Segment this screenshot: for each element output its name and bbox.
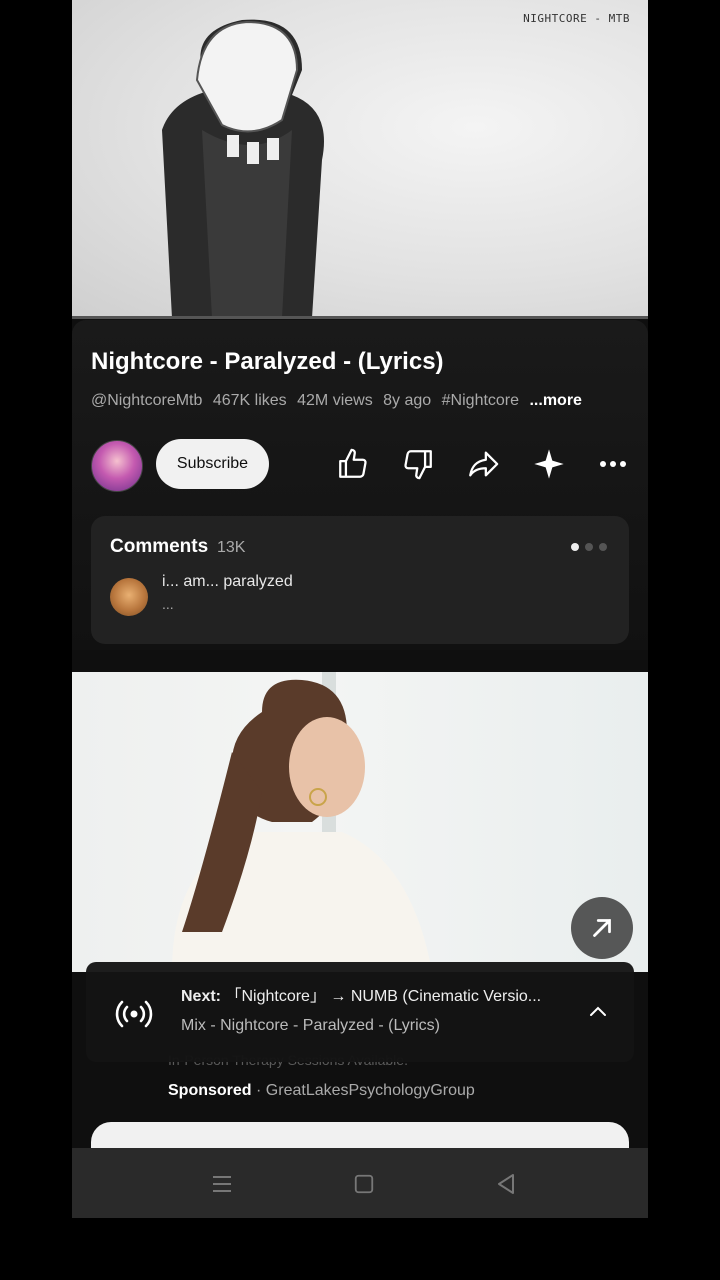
open-external-button[interactable] — [571, 897, 633, 959]
thumbs-up-icon — [339, 448, 367, 478]
hashtag-link[interactable]: #Nightcore — [442, 392, 519, 409]
video-title: Nightcore - Paralyzed - (Lyrics) — [91, 348, 444, 375]
arrow-up-right-icon — [593, 919, 611, 937]
nav-menu-button[interactable] — [208, 1170, 236, 1198]
top-comment-ellipsis: ... — [162, 596, 174, 612]
triangle-back-icon — [498, 1174, 514, 1194]
video-progress-bar[interactable] — [72, 316, 648, 319]
action-row: Subscribe — [91, 438, 631, 494]
subscribe-button[interactable]: Subscribe — [156, 439, 269, 489]
next-prefix: Next: — [181, 988, 222, 1005]
system-nav-bar — [72, 1148, 648, 1218]
comments-heading: Comments — [110, 536, 209, 557]
commenter-avatar — [110, 578, 148, 616]
sparkle-icon — [534, 449, 564, 479]
video-player[interactable]: NIGHTCORE - MTB — [72, 0, 648, 318]
share-arrow-icon — [469, 451, 499, 477]
channel-handle[interactable]: @NightcoreMtb — [91, 392, 202, 409]
ai-sparkle-button[interactable] — [529, 444, 569, 484]
app-frame: NIGHTCORE - MTB Nightcore - Paralyzed - … — [72, 0, 648, 1218]
woman-figure-art — [172, 679, 432, 972]
top-comment-text: i... am... paralyzed — [162, 573, 293, 590]
video-thumbnail-art — [162, 19, 324, 318]
radio-broadcast-icon — [115, 1000, 153, 1028]
comments-card[interactable]: Comments 13K i... am... paralyzed ... — [91, 516, 629, 644]
sponsored-line: Sponsored · GreatLakesPsychologyGroup — [168, 1082, 475, 1100]
upload-age: 8y ago — [383, 392, 432, 409]
video-meta: @NightcoreMtb 467K likes 42M views 8y ag… — [91, 392, 588, 410]
more-options-button[interactable] — [593, 444, 633, 484]
square-home-icon — [354, 1174, 374, 1194]
thumbs-down-icon — [404, 450, 432, 480]
comments-count: 13K — [217, 539, 246, 556]
dislike-button[interactable] — [398, 444, 438, 484]
mix-title: Mix - Nightcore - Paralyzed - (Lyrics) — [181, 1017, 441, 1034]
menu-lines-icon — [213, 1176, 231, 1192]
sponsored-separator: · — [256, 1082, 262, 1099]
next-track-title: 「Nightcore」 → NUMB (Cinematic Versio... — [225, 988, 542, 1005]
view-count: 42M views — [297, 392, 373, 409]
more-dots-icon — [600, 461, 626, 467]
like-count: 467K likes — [212, 392, 287, 409]
video-info-panel: Nightcore - Paralyzed - (Lyrics) @Nightc… — [72, 320, 648, 650]
video-watermark: NIGHTCORE - MTB — [523, 12, 630, 25]
like-button[interactable] — [333, 444, 373, 484]
nav-home-button[interactable] — [350, 1170, 378, 1198]
chevron-up-icon[interactable] — [586, 1000, 610, 1024]
share-button[interactable] — [463, 444, 503, 484]
next-up-bar[interactable]: Next: 「Nightcore」 → NUMB (Cinematic Vers… — [86, 962, 634, 1062]
channel-avatar[interactable] — [91, 440, 143, 492]
more-link[interactable]: ...more — [529, 392, 581, 409]
next-track-line: Next: 「Nightcore」 → NUMB (Cinematic Vers… — [181, 982, 571, 1006]
nav-back-button[interactable] — [492, 1170, 520, 1198]
carousel-dots — [565, 538, 607, 556]
sponsored-label: Sponsored — [168, 1082, 252, 1099]
ad-image[interactable] — [72, 672, 648, 972]
advertiser-name[interactable]: GreatLakesPsychologyGroup — [266, 1082, 475, 1099]
